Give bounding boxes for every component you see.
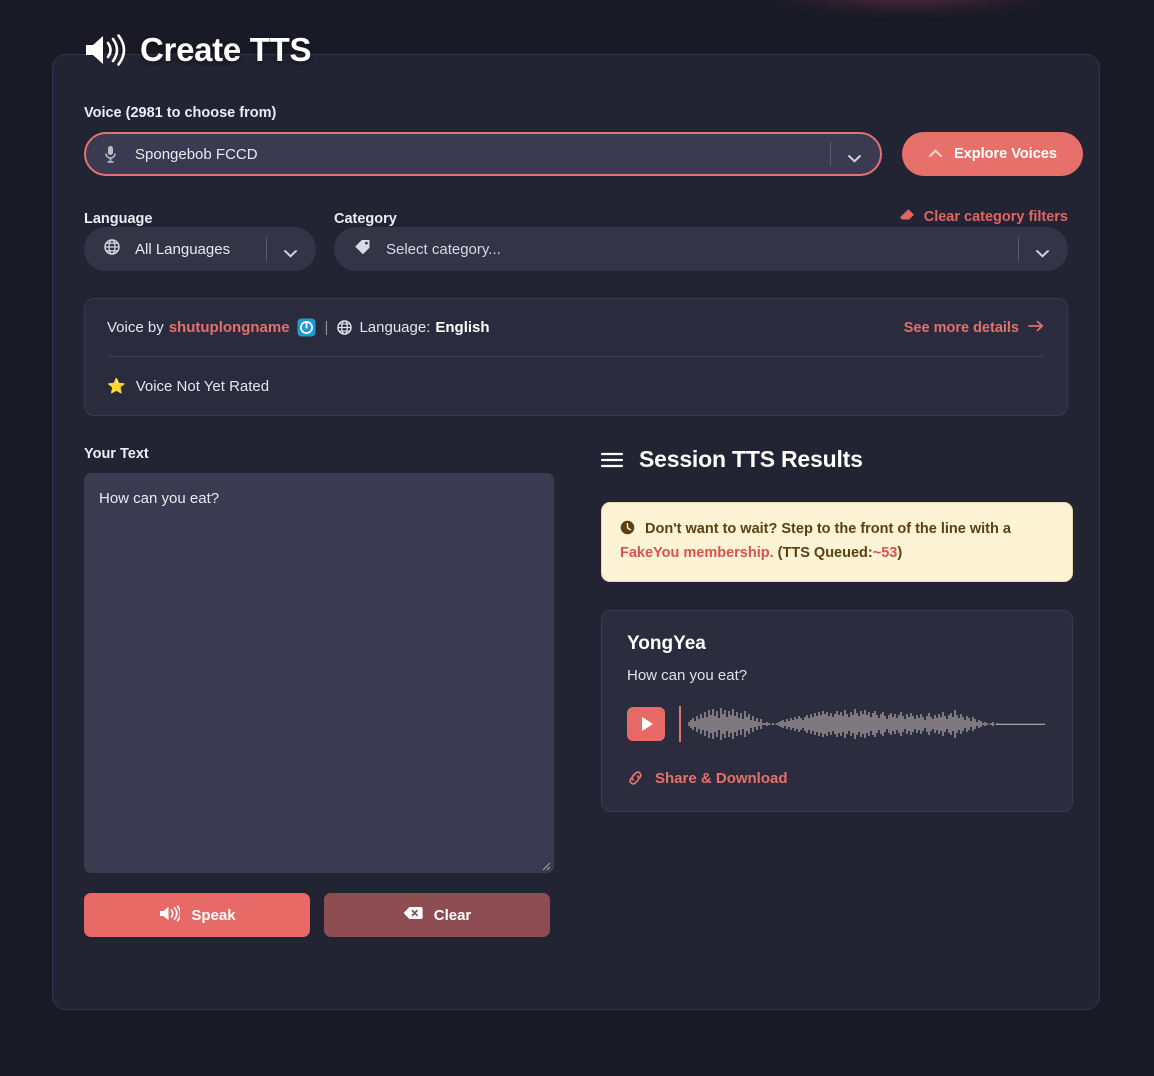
result-voice-name: YongYea bbox=[627, 632, 706, 654]
editor-actions: Speak Clear bbox=[84, 893, 554, 937]
voice-author-link[interactable]: shutuplongname bbox=[169, 319, 290, 336]
explore-voices-label: Explore Voices bbox=[954, 146, 1057, 162]
tag-icon bbox=[354, 239, 371, 260]
tts-result-card: YongYea How can you eat? Share & Downloa… bbox=[601, 609, 1073, 812]
clock-icon bbox=[620, 520, 639, 539]
power-badge-icon bbox=[297, 318, 316, 337]
results-title: Session TTS Results bbox=[639, 446, 863, 472]
filters-header-row: Language Category Clear category filters bbox=[84, 208, 1068, 227]
queue-count: ~53 bbox=[872, 545, 898, 562]
page-header: Create TTS bbox=[53, 31, 1099, 69]
voice-info-panel: Voice by shutuplongname | Language: Engl… bbox=[84, 298, 1068, 416]
globe-icon bbox=[104, 238, 120, 260]
voice-select[interactable]: Spongebob FCCD bbox=[84, 132, 882, 176]
create-tts-panel: Create TTS Voice (2981 to choose from) S… bbox=[52, 31, 1100, 1010]
divider bbox=[830, 142, 831, 166]
chevron-down-icon[interactable] bbox=[1035, 245, 1050, 258]
clear-button-label: Clear bbox=[433, 906, 472, 924]
category-select-value: Select category... bbox=[386, 240, 501, 258]
voice-language-label: Language: bbox=[359, 319, 431, 336]
voice-rating-text: Voice Not Yet Rated bbox=[135, 377, 270, 395]
voice-language-value: English bbox=[435, 319, 490, 336]
language-field-label: Language bbox=[84, 211, 153, 227]
list-menu-icon bbox=[600, 452, 624, 468]
divider bbox=[1018, 237, 1019, 261]
voice-rating-row: ⭐ Voice Not Yet Rated bbox=[107, 357, 1045, 415]
clear-category-filters-button[interactable]: Clear category filters bbox=[899, 208, 1068, 227]
page-title: Create TTS bbox=[140, 31, 312, 68]
category-field-label: Category bbox=[334, 211, 397, 227]
voice-field-label: Voice (2981 to choose from) bbox=[84, 105, 277, 121]
fakeyou-membership-link[interactable]: FakeYou membership. bbox=[620, 545, 774, 561]
waveform-track[interactable] bbox=[679, 704, 1047, 744]
see-more-details-label: See more details bbox=[903, 319, 1019, 336]
audio-waveform bbox=[688, 707, 1045, 740]
speak-button-label: Speak bbox=[191, 906, 236, 924]
chevron-down-icon[interactable] bbox=[283, 245, 298, 258]
result-text: How can you eat? bbox=[627, 666, 748, 684]
textarea-wrapper bbox=[84, 473, 554, 873]
language-select-value: All Languages bbox=[135, 240, 231, 258]
backspace-icon bbox=[403, 906, 423, 924]
queue-prefix: (TTS Queued: bbox=[777, 545, 873, 562]
filters-row: All Languages Select category... bbox=[84, 227, 1068, 271]
link-icon bbox=[627, 770, 644, 786]
voice-selector-row: Spongebob FCCD Explore Voices bbox=[84, 132, 1083, 176]
notice-text-before: Don't want to wait? Step to the front of… bbox=[645, 521, 1011, 537]
language-select[interactable]: All Languages bbox=[84, 227, 316, 271]
category-select[interactable]: Select category... bbox=[334, 227, 1068, 271]
separator: | bbox=[324, 319, 329, 336]
share-and-download-link[interactable]: Share & Download bbox=[627, 770, 1047, 787]
editor-and-results: Your Text How can you eat? Speak Clear S… bbox=[84, 446, 1073, 937]
play-button[interactable] bbox=[627, 706, 665, 741]
globe-icon bbox=[337, 320, 353, 335]
speak-button[interactable]: Speak bbox=[84, 893, 310, 937]
play-icon bbox=[642, 716, 653, 731]
explore-voices-button[interactable]: Explore Voices bbox=[902, 132, 1083, 176]
audio-player bbox=[627, 704, 1047, 744]
chevron-up-icon bbox=[928, 146, 943, 162]
tts-text-input[interactable] bbox=[84, 473, 554, 873]
queue-suffix: ) bbox=[897, 545, 903, 562]
speaker-wave-icon bbox=[82, 33, 126, 67]
see-more-details-link[interactable]: See more details bbox=[904, 320, 1045, 336]
chevron-down-icon[interactable] bbox=[847, 150, 862, 163]
text-editor-column: Your Text How can you eat? Speak Clear bbox=[84, 446, 554, 937]
voice-select-value: Spongebob FCCD bbox=[135, 145, 258, 163]
top-decorative-glow bbox=[760, 0, 1060, 14]
results-header: Session TTS Results bbox=[600, 446, 1073, 473]
speaker-wave-icon bbox=[158, 904, 182, 926]
voice-by-label: Voice by bbox=[107, 319, 164, 336]
arrow-right-icon bbox=[1028, 320, 1045, 336]
playhead[interactable] bbox=[679, 705, 681, 742]
eraser-icon bbox=[899, 208, 915, 226]
voice-author-row: Voice by shutuplongname | Language: Engl… bbox=[107, 299, 1045, 357]
queue-notice-banner: Don't want to wait? Step to the front of… bbox=[601, 502, 1073, 582]
your-text-label: Your Text bbox=[84, 446, 149, 462]
microphone-icon bbox=[104, 145, 117, 164]
clear-button[interactable]: Clear bbox=[324, 893, 550, 937]
share-and-download-label: Share & Download bbox=[655, 769, 788, 787]
clear-category-filters-label: Clear category filters bbox=[923, 209, 1068, 225]
divider bbox=[266, 237, 267, 261]
results-column: Session TTS Results Don't want to wait? … bbox=[600, 446, 1073, 937]
star-icon: ⭐ bbox=[107, 378, 126, 395]
